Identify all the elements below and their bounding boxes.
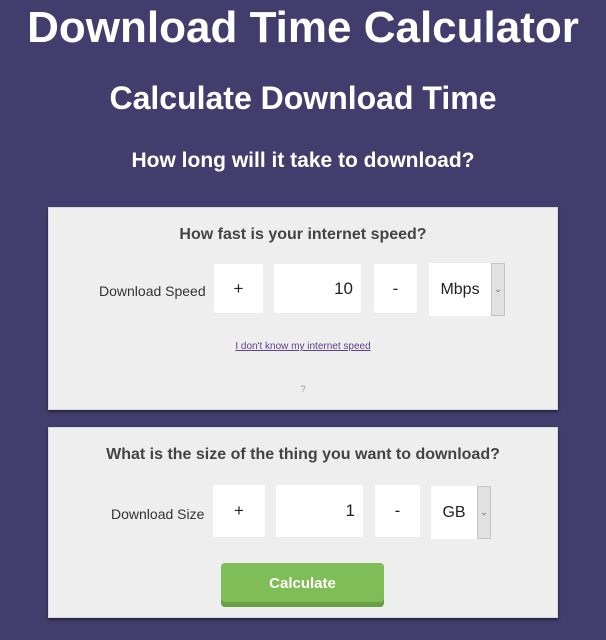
size-unit-select[interactable]: GB ⌄ xyxy=(431,486,491,539)
speed-unit-select[interactable]: Mbps ⌄ xyxy=(429,263,505,316)
help-icon[interactable]: ? xyxy=(49,384,557,394)
size-card-title: What is the size of the thing you want t… xyxy=(106,446,500,463)
size-unit-value: GB xyxy=(442,503,466,521)
speed-card-title: How fast is your internet speed? xyxy=(179,226,427,243)
page-question: How long will it take to download? xyxy=(131,149,475,172)
download-speed-label: Download Speed xyxy=(99,283,206,299)
speed-card: How fast is your internet speed? Downloa… xyxy=(48,207,558,410)
chevron-down-icon[interactable]: ⌄ xyxy=(477,486,491,539)
speed-unit-value: Mbps xyxy=(440,280,480,298)
size-input[interactable]: 1 xyxy=(276,485,363,537)
calculate-button[interactable]: Calculate xyxy=(221,563,384,607)
size-plus-button[interactable]: + xyxy=(213,485,265,537)
chevron-down-icon[interactable]: ⌄ xyxy=(491,263,505,316)
speed-plus-button[interactable]: + xyxy=(214,264,263,313)
speed-minus-button[interactable]: - xyxy=(374,264,417,313)
size-card: What is the size of the thing you want t… xyxy=(48,427,558,618)
size-minus-button[interactable]: - xyxy=(375,485,420,537)
speed-input[interactable]: 10 xyxy=(274,264,361,313)
unknown-speed-link[interactable]: I don't know my internet speed xyxy=(49,341,557,352)
page-subtitle: Calculate Download Time xyxy=(109,80,497,116)
download-size-label: Download Size xyxy=(111,506,205,522)
page-title: Download Time Calculator xyxy=(27,3,579,52)
